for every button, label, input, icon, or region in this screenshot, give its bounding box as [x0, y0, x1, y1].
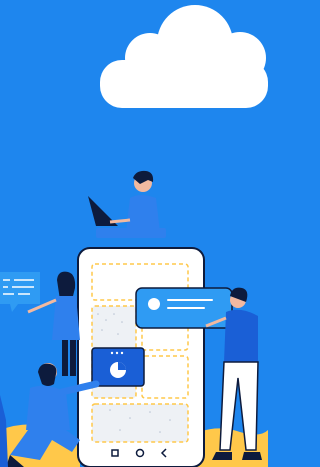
dialog-dots	[110, 351, 124, 355]
cloud-icon	[100, 5, 268, 108]
illustration-canvas	[0, 5, 268, 467]
chart-dialog-card	[91, 347, 145, 387]
message-bubble-left	[0, 272, 40, 312]
onboarding-illustration	[0, 0, 268, 467]
person-with-laptop	[88, 170, 166, 238]
